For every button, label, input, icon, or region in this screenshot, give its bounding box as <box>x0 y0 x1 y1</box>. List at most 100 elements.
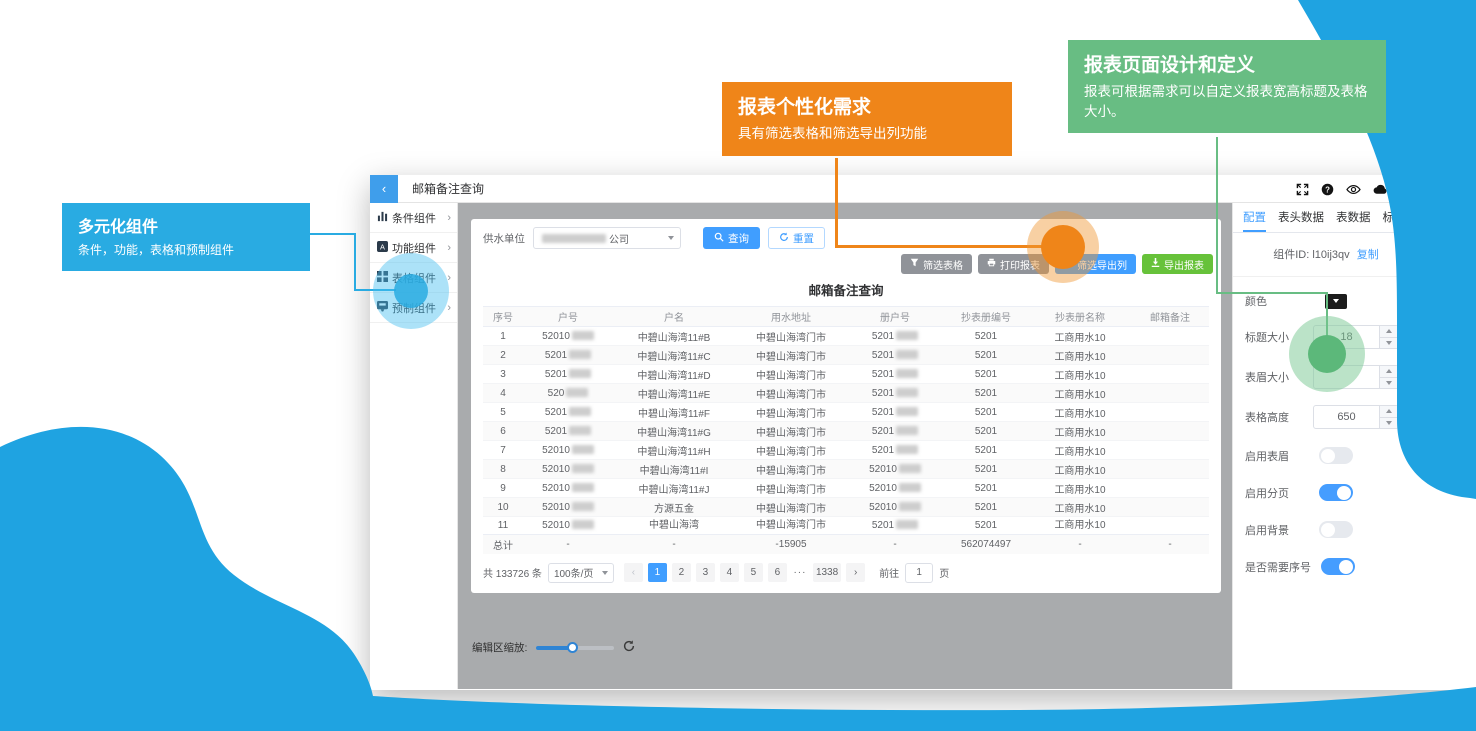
color-label: 颜色 <box>1245 293 1309 309</box>
config-tab-0[interactable]: 配置 <box>1243 203 1266 232</box>
refresh-icon <box>779 232 789 245</box>
chevron-right-icon: › <box>447 212 451 224</box>
copy-link[interactable]: 复制 <box>1357 249 1379 261</box>
component-id-row: 组件ID: l10ij3qv 复制 <box>1233 233 1419 277</box>
zoom-reset-icon[interactable] <box>623 640 635 655</box>
table-cell: 1 <box>483 327 523 346</box>
toolbar-button-0[interactable]: 筛选表格 <box>901 254 972 274</box>
table-cell: 工商用水10 <box>1029 479 1131 498</box>
table-cell: 5201 <box>523 365 613 384</box>
table-cell: 中碧山海湾门市 <box>735 384 847 403</box>
table-row: 1052010方源五金中碧山海湾门市520105201工商用水10 <box>483 498 1209 517</box>
bar-chart-icon <box>377 211 388 225</box>
filter-icon <box>910 258 919 270</box>
window-title: 邮箱备注查询 <box>412 180 484 197</box>
table-cell: 5201 <box>847 346 943 365</box>
back-button[interactable]: ‹ <box>370 175 398 203</box>
reset-button[interactable]: 重置 <box>768 227 825 249</box>
fullscreen-icon[interactable] <box>1296 183 1309 196</box>
page-size-value: 100条/页 <box>554 565 593 580</box>
table-cell <box>1131 384 1209 403</box>
field-label: 表格高度 <box>1245 409 1309 425</box>
titlebar-icon-group: ? <box>1296 175 1388 203</box>
sidebar-item-0[interactable]: 条件组件 › <box>370 203 457 233</box>
table-cell: 5201 <box>847 441 943 460</box>
component-id: 组件ID: l10ij3qv <box>1273 249 1349 261</box>
page-button-2[interactable]: 2 <box>672 563 691 582</box>
table-cell: 52010 <box>523 479 613 498</box>
config-field-row-2: 表格高度650 <box>1233 397 1476 437</box>
summary-cell: 总计 <box>483 535 523 554</box>
page-button-4[interactable]: 4 <box>720 563 739 582</box>
table-cell <box>1131 327 1209 346</box>
redacted-text <box>572 502 594 511</box>
spinner-up-button[interactable] <box>1380 366 1398 378</box>
eye-icon[interactable] <box>1346 183 1361 196</box>
search-button[interactable]: 查询 <box>703 227 760 249</box>
table-cell <box>1131 498 1209 517</box>
help-icon[interactable]: ? <box>1321 183 1334 196</box>
table-row: 852010中碧山海湾11#I中碧山海湾门市520105201工商用水10 <box>483 460 1209 479</box>
redacted-text <box>896 520 918 529</box>
page-button-3[interactable]: 3 <box>696 563 715 582</box>
config-tab-1[interactable]: 表头数据 <box>1278 203 1324 232</box>
table-cell: 5201 <box>847 403 943 422</box>
zoom-slider-handle[interactable] <box>567 642 578 653</box>
spinner-up-button[interactable] <box>1380 406 1398 418</box>
spinner-up-button[interactable] <box>1380 326 1398 338</box>
next-page-button[interactable]: › <box>846 563 865 582</box>
toggle-knob <box>1339 560 1353 574</box>
toggle-knob <box>1321 449 1335 463</box>
page-button-1[interactable]: 1 <box>648 563 667 582</box>
table-cell <box>1131 479 1209 498</box>
chevron-down-icon <box>1333 299 1339 303</box>
table-cell: 5201 <box>847 365 943 384</box>
page-button-5[interactable]: 5 <box>744 563 763 582</box>
water-company-label: 供水单位 <box>483 231 525 246</box>
callout-desc: 报表可根据需求可以自定义报表宽高标题及表格大小。 <box>1084 82 1370 121</box>
spinner <box>1379 406 1398 428</box>
page-button-1338[interactable]: 1338 <box>813 563 841 582</box>
zoom-slider[interactable] <box>536 646 614 650</box>
redacted-text <box>899 464 921 473</box>
redacted-text <box>572 483 594 492</box>
svg-text:?: ? <box>1325 185 1330 194</box>
toggle-switch[interactable] <box>1321 558 1355 575</box>
spinner-down-button[interactable] <box>1380 378 1398 389</box>
config-tab-3[interactable]: 标题 <box>1383 203 1406 232</box>
page-ellipsis[interactable]: ··· <box>792 567 808 578</box>
summary-cell: 562074497 <box>943 535 1029 554</box>
color-swatch[interactable] <box>1325 294 1347 309</box>
spinner-down-button[interactable] <box>1380 418 1398 429</box>
table-cell: 5201 <box>943 346 1029 365</box>
table-cell: 5201 <box>523 403 613 422</box>
table-row: 25201中碧山海湾11#C中碧山海湾门市52015201工商用水10 <box>483 346 1209 365</box>
page-button-6[interactable]: 6 <box>768 563 787 582</box>
water-company-select[interactable]: 公司 <box>533 227 681 249</box>
sidebar-item-label: 条件组件 <box>392 210 436 226</box>
column-header: 邮箱备注 <box>1131 307 1209 327</box>
config-tab-2[interactable]: 表数据 <box>1336 203 1371 232</box>
total-count: 共 133726 条 <box>483 565 542 580</box>
column-header: 用水地址 <box>735 307 847 327</box>
table-cell: 中碧山海湾门市 <box>735 346 847 365</box>
number-input[interactable]: 650 <box>1313 405 1399 429</box>
redacted-text <box>896 369 918 378</box>
cloud-icon[interactable] <box>1373 183 1388 195</box>
highlight-dot-orange <box>1041 225 1085 269</box>
callout-connector-blue <box>310 233 356 235</box>
table-header-row: 序号户号户名用水地址册户号抄表册编号抄表册名称邮箱备注 <box>483 307 1209 327</box>
prev-page-button[interactable]: ‹ <box>624 563 643 582</box>
redacted-text <box>542 234 606 243</box>
table-cell: 3 <box>483 365 523 384</box>
toolbar-button-3[interactable]: 导出报表 <box>1142 254 1213 274</box>
goto-page-input[interactable] <box>905 563 933 583</box>
toggle-switch[interactable] <box>1319 447 1353 464</box>
page-size-select[interactable]: 100条/页 <box>548 563 614 583</box>
spinner-down-button[interactable] <box>1380 338 1398 349</box>
table-row: 55201中碧山海湾11#F中碧山海湾门市52015201工商用水10 <box>483 403 1209 422</box>
toggle-switch[interactable] <box>1319 484 1353 501</box>
search-button-label: 查询 <box>728 231 749 246</box>
toggle-switch[interactable] <box>1319 521 1353 538</box>
toggle-knob <box>1321 523 1335 537</box>
